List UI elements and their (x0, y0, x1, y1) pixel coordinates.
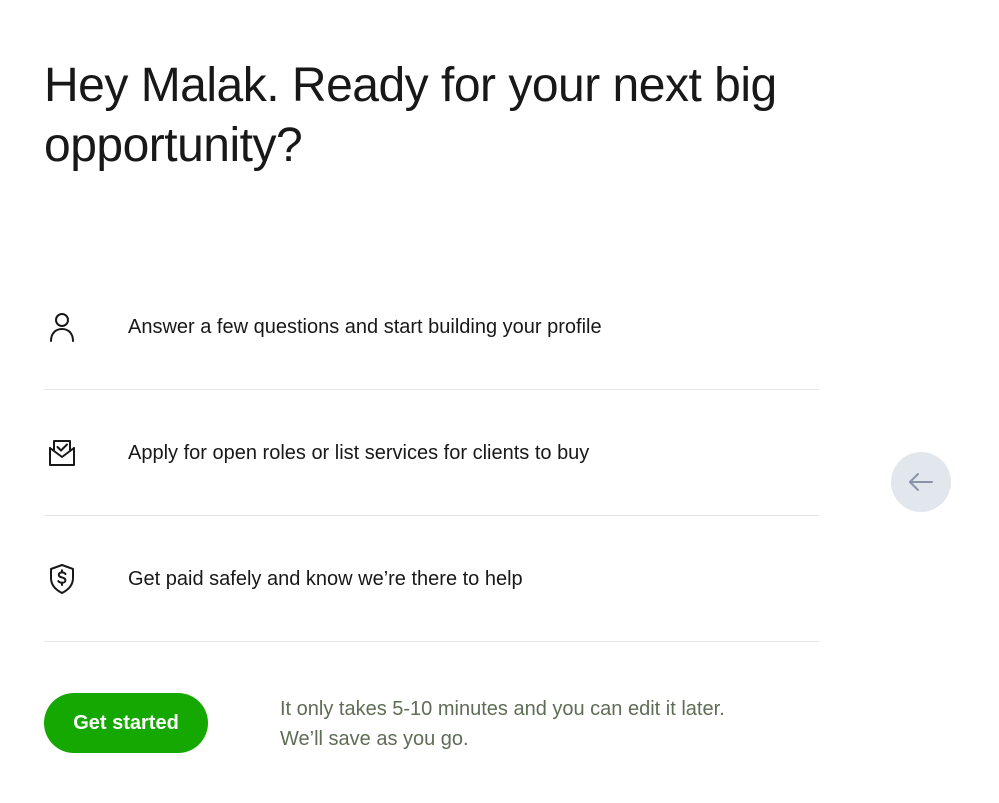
step-label: Get paid safely and know we’re there to … (128, 567, 523, 590)
steps-list: Answer a few questions and start buildin… (44, 264, 819, 642)
get-started-button[interactable]: Get started (44, 693, 208, 753)
helper-text: It only takes 5-10 minutes and you can e… (280, 694, 725, 754)
page: Hey Malak. Ready for your next big oppor… (0, 0, 999, 803)
list-item: Answer a few questions and start buildin… (44, 264, 819, 390)
shield-dollar-icon (44, 561, 80, 597)
page-title: Hey Malak. Ready for your next big oppor… (44, 59, 777, 172)
list-item: Apply for open roles or list services fo… (44, 390, 819, 516)
envelope-check-icon (44, 435, 80, 471)
person-icon (44, 309, 80, 345)
helper-text-line: It only takes 5-10 minutes and you can e… (280, 698, 725, 720)
back-button[interactable] (891, 452, 951, 512)
step-label: Apply for open roles or list services fo… (128, 441, 590, 464)
helper-text-line: We’ll save as you go. (280, 728, 469, 750)
cta-row: Get started It only takes 5-10 minutes a… (44, 693, 844, 753)
step-label: Answer a few questions and start buildin… (128, 315, 602, 338)
arrow-left-icon (906, 467, 936, 497)
list-item: Get paid safely and know we’re there to … (44, 516, 819, 642)
